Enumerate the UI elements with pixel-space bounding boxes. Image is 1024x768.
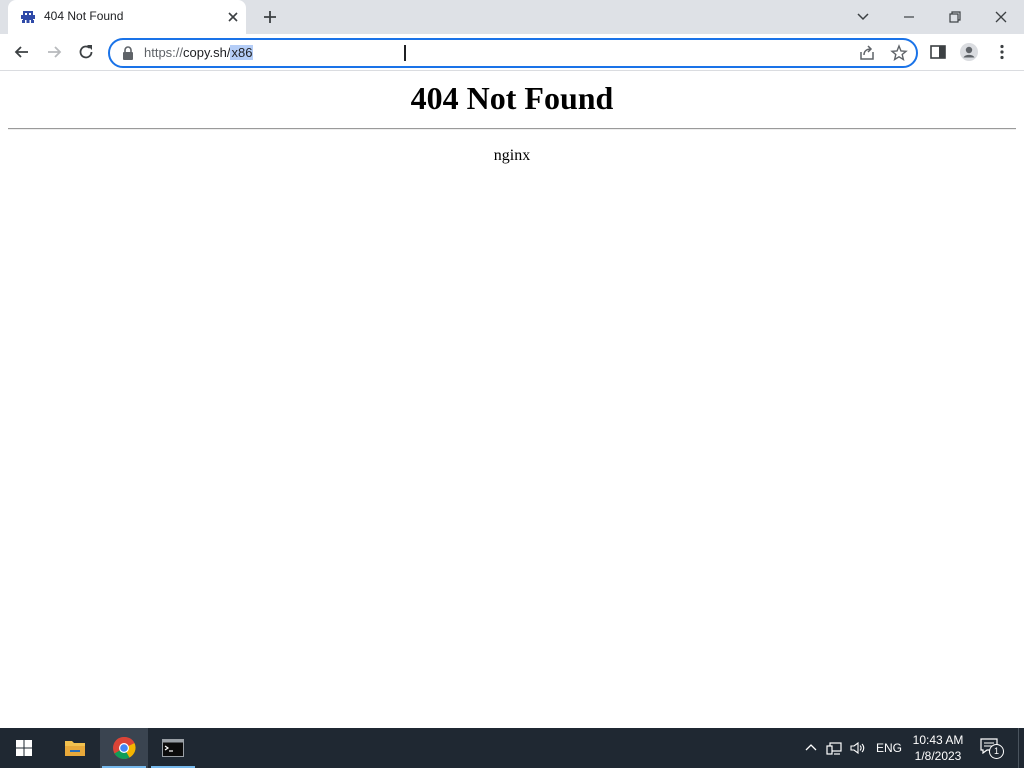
- forward-arrow-icon[interactable]: [44, 42, 64, 62]
- action-center-button[interactable]: 1: [980, 738, 1004, 759]
- space-invader-icon: [21, 11, 35, 23]
- share-icon[interactable]: [858, 44, 876, 62]
- taskbar-file-explorer[interactable]: [51, 728, 99, 768]
- page-content: 404 Not Found nginx: [0, 71, 1024, 728]
- star-icon[interactable]: [890, 44, 908, 62]
- windows-logo-icon: [16, 740, 32, 756]
- back-arrow-icon[interactable]: [12, 42, 32, 62]
- browser-tab[interactable]: 404 Not Found: [8, 0, 246, 34]
- tab-title: 404 Not Found: [44, 9, 124, 23]
- show-desktop-button[interactable]: [1018, 728, 1024, 768]
- taskbar: ENG 10:43 AM 1/8/2023 1: [0, 728, 1024, 768]
- input-language[interactable]: ENG: [876, 741, 902, 755]
- close-icon[interactable]: [226, 10, 240, 24]
- url-text[interactable]: https://copy.sh/x86: [144, 45, 254, 60]
- profile-icon[interactable]: [959, 42, 979, 62]
- folder-icon: [65, 741, 85, 756]
- url-selected-text: x86: [230, 45, 254, 60]
- close-window-icon[interactable]: [991, 7, 1011, 27]
- chevron-up-icon[interactable]: [803, 740, 819, 756]
- taskbar-chrome[interactable]: [100, 728, 148, 768]
- minimize-icon[interactable]: [899, 7, 919, 27]
- network-icon[interactable]: [826, 740, 842, 756]
- server-name: nginx: [493, 147, 531, 164]
- address-bar[interactable]: https://copy.sh/x86: [108, 38, 918, 68]
- chevron-down-icon[interactable]: [853, 7, 873, 27]
- notification-count-badge: 1: [989, 744, 1004, 759]
- page-heading: 404 Not Found: [410, 80, 614, 116]
- command-prompt-icon: [162, 739, 184, 757]
- lock-icon[interactable]: [122, 46, 134, 60]
- clock-date: 1/8/2023: [914, 749, 962, 763]
- taskbar-command-prompt[interactable]: [149, 728, 197, 768]
- chrome-icon: [113, 736, 136, 759]
- url-scheme: https://: [144, 45, 184, 60]
- new-tab-button[interactable]: [261, 8, 279, 26]
- kebab-menu-icon[interactable]: [992, 42, 1012, 62]
- text-cursor: [404, 45, 406, 61]
- restore-icon[interactable]: [945, 7, 965, 27]
- clock[interactable]: 10:43 AM 1/8/2023: [908, 732, 968, 764]
- browser-toolbar: https://copy.sh/x86: [0, 34, 1024, 71]
- divider: [8, 128, 1016, 130]
- url-host: copy.sh/: [183, 45, 231, 60]
- reload-icon[interactable]: [76, 42, 96, 62]
- start-button[interactable]: [0, 728, 48, 768]
- speaker-icon[interactable]: [849, 740, 865, 756]
- tab-strip: 404 Not Found: [0, 0, 1024, 34]
- side-panel-icon[interactable]: [928, 42, 948, 62]
- clock-time: 10:43 AM: [912, 733, 964, 747]
